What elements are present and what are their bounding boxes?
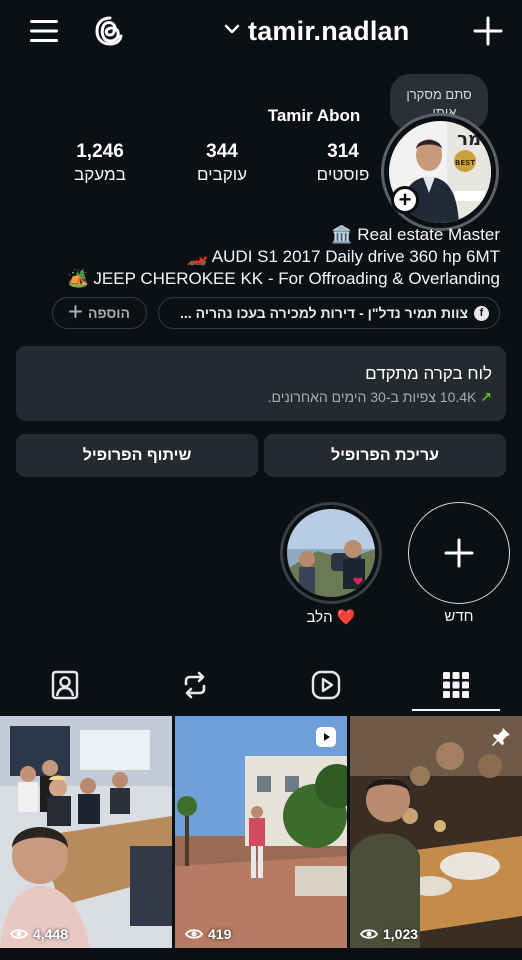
post-thumbnail: [0, 716, 172, 948]
dashboard-title: לוח בקרה מתקדם: [365, 364, 492, 383]
facebook-link-chip[interactable]: f צוות תמיר נדל"ן - דירות למכירה בעכו נה…: [158, 297, 500, 329]
grid-icon: [443, 672, 469, 698]
dashboard-subtitle-text: 10.4K צפיות ב-30 הימים האחרונים.: [267, 389, 477, 405]
post-tile[interactable]: 419: [175, 716, 347, 948]
svg-text:BEST: BEST: [455, 159, 475, 167]
tab-grid[interactable]: [391, 660, 521, 710]
new-highlight-button[interactable]: [408, 502, 510, 604]
repost-icon: [184, 671, 206, 699]
profile-full-name: Tamir Abon: [267, 106, 361, 125]
stat-following-label: במעקב: [74, 165, 126, 184]
create-plus-icon[interactable]: [466, 10, 510, 52]
bio-line: 🏎️ AUDI S1 2017 Daily drive 360 hp 6MT: [186, 247, 500, 266]
stat-followers-label: עוקבים: [196, 165, 248, 184]
threads-icon[interactable]: [88, 10, 130, 52]
stat-following[interactable]: 1,246 במעקב: [45, 140, 155, 186]
tagged-icon: [51, 670, 79, 700]
plus-icon: [444, 538, 474, 568]
view-count-value: 4,448: [33, 926, 69, 942]
stat-followers[interactable]: 344 עוקבים: [167, 140, 277, 186]
view-count-value: 419: [208, 926, 232, 942]
active-tab-indicator: [412, 709, 500, 711]
reel-icon: [315, 726, 337, 753]
plus-icon: [69, 305, 83, 321]
eye-icon: [360, 929, 378, 939]
highlight-label-new: חדש: [444, 608, 474, 625]
reels-icon: [311, 670, 341, 700]
stat-posts-value: 314: [327, 141, 359, 162]
view-count: 1,023: [360, 926, 418, 942]
chevron-down-icon: [224, 22, 240, 40]
pin-icon: [490, 726, 512, 753]
bio-line: 🏛️ Real estate Master: [331, 225, 500, 244]
stat-posts[interactable]: 314 פוסטים: [288, 140, 398, 186]
dashboard-subtitle: ↗ 10.4K צפיות ב-30 הימים האחרונים.: [30, 387, 492, 407]
add-story-icon[interactable]: +: [391, 186, 419, 214]
bio-line: 🏕️ JEEP CHEROKEE KK - For Offroading & O…: [67, 269, 501, 288]
menu-icon[interactable]: [22, 12, 66, 50]
eye-icon: [185, 929, 203, 939]
post-tile[interactable]: 4,448: [0, 716, 172, 948]
post-tile[interactable]: 1,023: [350, 716, 522, 948]
tab-reposts[interactable]: [130, 660, 260, 710]
username: tamir.nadlan: [248, 15, 410, 46]
eye-icon: [10, 929, 28, 939]
tab-reels[interactable]: [261, 660, 391, 710]
view-count: 4,448: [10, 926, 68, 942]
highlight-heart[interactable]: [287, 509, 375, 597]
view-count: 419: [185, 926, 231, 942]
bio: 🏛️ Real estate Master 🏎️ AUDI S1 2017 Da…: [20, 224, 501, 290]
stat-followers-value: 344: [206, 141, 238, 162]
view-count-value: 1,023: [383, 926, 419, 942]
facebook-link-label: צוות תמיר נדל"ן - דירות למכירה בעכו נהרי…: [180, 305, 468, 321]
stat-following-value: 1,246: [76, 141, 124, 162]
account-switcher[interactable]: tamir.nadlan: [224, 12, 409, 50]
trend-up-icon: ↗: [480, 389, 492, 405]
stat-posts-label: פוסטים: [316, 165, 370, 184]
tab-tagged[interactable]: [0, 660, 130, 710]
add-link-label: הוספה: [88, 305, 130, 321]
facebook-icon: f: [474, 305, 489, 321]
edit-profile-button[interactable]: עריכת הפרופיל: [264, 434, 506, 477]
share-profile-button[interactable]: שיתוף הפרופיל: [16, 434, 258, 477]
add-link-chip[interactable]: הוספה: [52, 297, 147, 329]
professional-dashboard[interactable]: לוח בקרה מתקדם ↗ 10.4K צפיות ב-30 הימים …: [16, 346, 506, 421]
highlight-label-heart: ❤️ הלב: [306, 609, 356, 626]
